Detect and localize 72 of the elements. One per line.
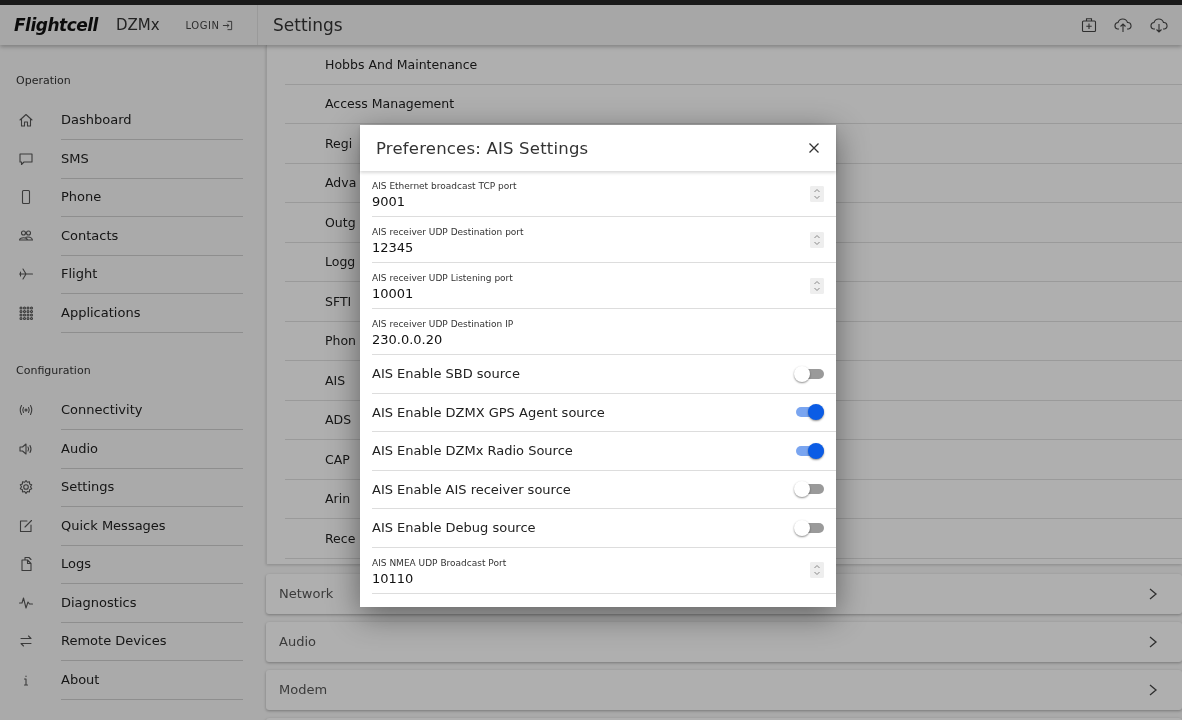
menu-list-item[interactable]: CAP: [325, 451, 350, 467]
dialog-title: Preferences: AIS Settings: [376, 138, 589, 158]
grid-dots-icon: [18, 304, 34, 321]
menu-list-item[interactable]: Logg: [325, 254, 356, 270]
login-arrow-icon: [222, 19, 234, 31]
toggle-label: AIS Enable AIS receiver source: [372, 481, 571, 497]
section-panel[interactable]: Modem: [266, 669, 1182, 710]
sidebar-item[interactable]: Settings: [8, 468, 243, 507]
chevron-right-icon: [1148, 586, 1158, 601]
toggle-label: AIS Enable DZMx Radio Source: [372, 443, 573, 459]
input-field[interactable]: 10001: [372, 286, 513, 301]
contacts-icon: [18, 227, 34, 244]
cloud-download-icon[interactable]: [1149, 17, 1169, 33]
sidebar-item[interactable]: Audio: [8, 429, 243, 468]
sidebar-item[interactable]: Remote Devices: [8, 622, 243, 661]
toggle-switch[interactable]: [794, 518, 824, 537]
toggle-switch[interactable]: [794, 480, 824, 499]
toggle-label: AIS Enable SBD source: [372, 366, 520, 382]
section-panel[interactable]: Audio: [266, 621, 1182, 662]
field-label: AIS Ethernet broadcast TCP port: [372, 181, 517, 191]
field-label: AIS receiver UDP Destination IP: [372, 319, 514, 329]
home-icon: [18, 112, 34, 129]
input-field[interactable]: 12345: [372, 240, 524, 255]
field-label: AIS receiver UDP Listening port: [372, 273, 513, 283]
sidebar-item[interactable]: Contacts: [8, 216, 243, 255]
sidebar-item[interactable]: SMS: [8, 139, 243, 178]
toggle-switch[interactable]: [794, 403, 824, 422]
sidebar-item[interactable]: Applications: [8, 293, 243, 332]
toggle-label: AIS Enable DZMX GPS Agent source: [372, 404, 605, 420]
menu-list-item[interactable]: Outg: [325, 214, 356, 230]
menu-list-item[interactable]: Adva: [325, 175, 357, 191]
close-icon[interactable]: [808, 142, 820, 154]
menu-list-item[interactable]: Arin: [325, 491, 351, 507]
input-field[interactable]: 10110: [372, 570, 507, 586]
toggle-switch[interactable]: [794, 364, 824, 383]
section-heading: Operation: [15, 73, 72, 89]
menu-list-item[interactable]: SFTI: [325, 293, 352, 309]
copy-docs-icon: [18, 556, 34, 573]
toggle-switch[interactable]: [794, 441, 824, 460]
menu-list-item[interactable]: AIS: [325, 372, 346, 388]
medical-kit-icon[interactable]: [1081, 17, 1097, 33]
gear-icon: [18, 479, 34, 496]
sidebar-item[interactable]: Flight: [8, 255, 243, 294]
login-button[interactable]: LOGIN: [183, 17, 236, 33]
chevron-right-icon: [1148, 634, 1158, 649]
menu-list-item[interactable]: Hobbs And Maintenance: [325, 56, 478, 72]
sidebar-item[interactable]: Diagnostics: [8, 583, 243, 622]
chat-bubble-icon: [18, 150, 34, 167]
input-field[interactable]: 230.0.0.20: [372, 332, 514, 347]
sidebar-item[interactable]: Connectivity: [8, 391, 243, 430]
sidebar-item[interactable]: About: [8, 660, 243, 699]
swap-arrows-icon: [18, 633, 34, 650]
cloud-upload-icon[interactable]: [1113, 17, 1133, 33]
menu-list-item[interactable]: ADS: [325, 412, 352, 428]
logo: Flightcell: [14, 15, 98, 35]
menu-list-item[interactable]: Regi: [325, 135, 353, 151]
pulse-icon: [18, 594, 34, 611]
sidebar-item[interactable]: Phone: [8, 178, 243, 217]
sidebar-item[interactable]: Quick Messages: [8, 506, 243, 545]
sidebar-item[interactable]: Dashboard: [8, 101, 243, 140]
section-heading: Configuration: [15, 363, 92, 379]
menu-list-item[interactable]: Access Management: [325, 96, 455, 112]
page-title: Settings: [273, 15, 343, 35]
chevron-right-icon: [1148, 682, 1158, 697]
field-label: AIS receiver UDP Destination port: [372, 227, 524, 237]
field-label: AIS NMEA UDP Broadcast Port: [372, 557, 507, 568]
sidebar-item[interactable]: Logs: [8, 545, 243, 584]
menu-list-item[interactable]: Rece: [325, 530, 356, 546]
toggle-label: AIS Enable Debug source: [372, 520, 536, 536]
menu-list-item[interactable]: Phon: [325, 333, 357, 349]
product-name: DZMx: [115, 16, 160, 34]
input-field[interactable]: 9001: [372, 194, 517, 209]
